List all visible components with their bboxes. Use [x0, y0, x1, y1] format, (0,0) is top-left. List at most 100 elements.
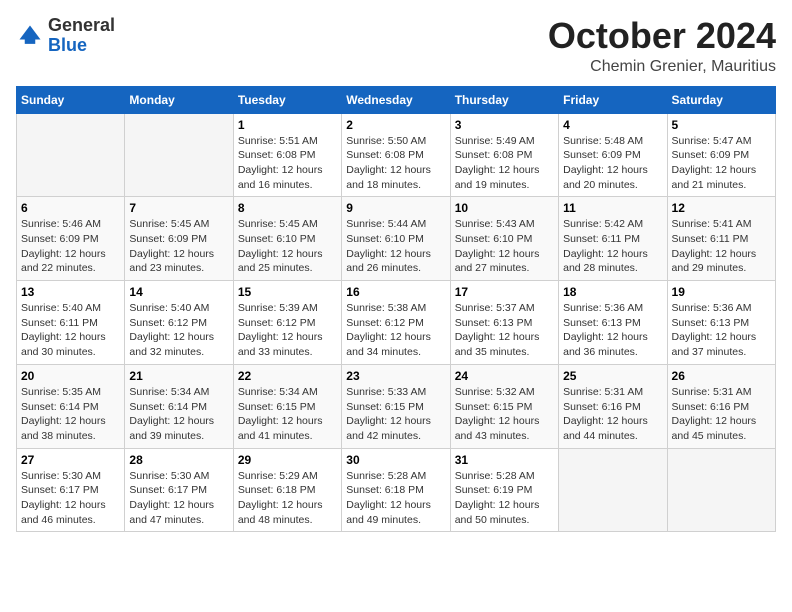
- day-number: 23: [346, 369, 445, 383]
- day-info: Sunrise: 5:43 AM Sunset: 6:10 PM Dayligh…: [455, 217, 554, 276]
- day-number: 7: [129, 201, 228, 215]
- day-number: 29: [238, 453, 337, 467]
- day-info: Sunrise: 5:34 AM Sunset: 6:14 PM Dayligh…: [129, 385, 228, 444]
- calendar-day-cell: 31 Sunrise: 5:28 AM Sunset: 6:19 PM Dayli…: [450, 448, 558, 532]
- month-title: October 2024: [548, 16, 776, 56]
- header-sunday: Sunday: [17, 86, 125, 113]
- day-info: Sunrise: 5:28 AM Sunset: 6:18 PM Dayligh…: [346, 469, 445, 528]
- day-info: Sunrise: 5:32 AM Sunset: 6:15 PM Dayligh…: [455, 385, 554, 444]
- day-info: Sunrise: 5:29 AM Sunset: 6:18 PM Dayligh…: [238, 469, 337, 528]
- day-info: Sunrise: 5:36 AM Sunset: 6:13 PM Dayligh…: [563, 301, 662, 360]
- calendar-header-row: Sunday Monday Tuesday Wednesday Thursday…: [17, 86, 776, 113]
- calendar-day-cell: 29 Sunrise: 5:29 AM Sunset: 6:18 PM Dayli…: [233, 448, 341, 532]
- calendar-day-cell: 24Sunrise: 5:32 AM Sunset: 6:15 PM Dayli…: [450, 364, 558, 448]
- day-info: Sunrise: 5:39 AM Sunset: 6:12 PM Dayligh…: [238, 301, 337, 360]
- calendar-day-cell: 25 Sunrise: 5:31 AM Sunset: 6:16 PM Dayli…: [559, 364, 667, 448]
- day-info: Sunrise: 5:47 AM Sunset: 6:09 PM Dayligh…: [672, 134, 771, 193]
- day-number: 4: [563, 118, 662, 132]
- day-info: Sunrise: 5:48 AM Sunset: 6:09 PM Dayligh…: [563, 134, 662, 193]
- day-info: Sunrise: 5:49 AM Sunset: 6:08 PM Dayligh…: [455, 134, 554, 193]
- calendar-day-cell: 23 Sunrise: 5:33 AM Sunset: 6:15 PM Dayli…: [342, 364, 450, 448]
- calendar-day-cell: 1 Sunrise: 5:51 AM Sunset: 6:08 PM Daylig…: [233, 113, 341, 197]
- calendar-day-cell: 30 Sunrise: 5:28 AM Sunset: 6:18 PM Dayli…: [342, 448, 450, 532]
- calendar-day-cell: 20 Sunrise: 5:35 AM Sunset: 6:14 PM Dayli…: [17, 364, 125, 448]
- day-info: Sunrise: 5:46 AM Sunset: 6:09 PM Dayligh…: [21, 217, 120, 276]
- day-number: 22: [238, 369, 337, 383]
- calendar-day-cell: 28Sunrise: 5:30 AM Sunset: 6:17 PM Dayli…: [125, 448, 233, 532]
- day-number: 12: [672, 201, 771, 215]
- calendar-day-cell: 16 Sunrise: 5:38 AM Sunset: 6:12 PM Dayli…: [342, 281, 450, 365]
- calendar-week-row: 1 Sunrise: 5:51 AM Sunset: 6:08 PM Daylig…: [17, 113, 776, 197]
- day-info: Sunrise: 5:45 AM Sunset: 6:10 PM Dayligh…: [238, 217, 337, 276]
- day-number: 18: [563, 285, 662, 299]
- calendar-day-cell: 21 Sunrise: 5:34 AM Sunset: 6:14 PM Dayli…: [125, 364, 233, 448]
- calendar-day-cell: 26Sunrise: 5:31 AM Sunset: 6:16 PM Dayli…: [667, 364, 775, 448]
- day-number: 25: [563, 369, 662, 383]
- calendar-day-cell: 5 Sunrise: 5:47 AM Sunset: 6:09 PM Daylig…: [667, 113, 775, 197]
- calendar-day-cell: 18 Sunrise: 5:36 AM Sunset: 6:13 PM Dayli…: [559, 281, 667, 365]
- day-info: Sunrise: 5:38 AM Sunset: 6:12 PM Dayligh…: [346, 301, 445, 360]
- day-number: 11: [563, 201, 662, 215]
- day-number: 3: [455, 118, 554, 132]
- day-info: Sunrise: 5:41 AM Sunset: 6:11 PM Dayligh…: [672, 217, 771, 276]
- day-number: 10: [455, 201, 554, 215]
- calendar-week-row: 13 Sunrise: 5:40 AM Sunset: 6:11 PM Dayli…: [17, 281, 776, 365]
- day-info: Sunrise: 5:51 AM Sunset: 6:08 PM Dayligh…: [238, 134, 337, 193]
- day-info: Sunrise: 5:31 AM Sunset: 6:16 PM Dayligh…: [563, 385, 662, 444]
- calendar-day-cell: 19 Sunrise: 5:36 AM Sunset: 6:13 PM Dayli…: [667, 281, 775, 365]
- header-saturday: Saturday: [667, 86, 775, 113]
- day-info: Sunrise: 5:37 AM Sunset: 6:13 PM Dayligh…: [455, 301, 554, 360]
- page-header: General Blue October 2024 Chemin Grenier…: [16, 16, 776, 76]
- calendar-day-cell: 4 Sunrise: 5:48 AM Sunset: 6:09 PM Daylig…: [559, 113, 667, 197]
- calendar-day-cell: [17, 113, 125, 197]
- day-number: 13: [21, 285, 120, 299]
- day-number: 31: [455, 453, 554, 467]
- header-thursday: Thursday: [450, 86, 558, 113]
- calendar-day-cell: 14Sunrise: 5:40 AM Sunset: 6:12 PM Dayli…: [125, 281, 233, 365]
- calendar-day-cell: 9Sunrise: 5:44 AM Sunset: 6:10 PM Daylig…: [342, 197, 450, 281]
- day-info: Sunrise: 5:33 AM Sunset: 6:15 PM Dayligh…: [346, 385, 445, 444]
- day-number: 27: [21, 453, 120, 467]
- day-number: 1: [238, 118, 337, 132]
- calendar-day-cell: 15Sunrise: 5:39 AM Sunset: 6:12 PM Dayli…: [233, 281, 341, 365]
- header-monday: Monday: [125, 86, 233, 113]
- calendar-day-cell: 10 Sunrise: 5:43 AM Sunset: 6:10 PM Dayli…: [450, 197, 558, 281]
- title-area: October 2024 Chemin Grenier, Mauritius: [548, 16, 776, 76]
- day-info: Sunrise: 5:28 AM Sunset: 6:19 PM Dayligh…: [455, 469, 554, 528]
- calendar-day-cell: 3 Sunrise: 5:49 AM Sunset: 6:08 PM Daylig…: [450, 113, 558, 197]
- day-info: Sunrise: 5:34 AM Sunset: 6:15 PM Dayligh…: [238, 385, 337, 444]
- calendar-day-cell: 12 Sunrise: 5:41 AM Sunset: 6:11 PM Dayli…: [667, 197, 775, 281]
- day-number: 16: [346, 285, 445, 299]
- day-number: 9: [346, 201, 445, 215]
- calendar-body: 1 Sunrise: 5:51 AM Sunset: 6:08 PM Daylig…: [17, 113, 776, 532]
- header-friday: Friday: [559, 86, 667, 113]
- day-number: 20: [21, 369, 120, 383]
- day-number: 2: [346, 118, 445, 132]
- day-number: 6: [21, 201, 120, 215]
- calendar-week-row: 27 Sunrise: 5:30 AM Sunset: 6:17 PM Dayli…: [17, 448, 776, 532]
- calendar-week-row: 20 Sunrise: 5:35 AM Sunset: 6:14 PM Dayli…: [17, 364, 776, 448]
- day-info: Sunrise: 5:40 AM Sunset: 6:12 PM Dayligh…: [129, 301, 228, 360]
- day-number: 19: [672, 285, 771, 299]
- day-info: Sunrise: 5:42 AM Sunset: 6:11 PM Dayligh…: [563, 217, 662, 276]
- day-info: Sunrise: 5:45 AM Sunset: 6:09 PM Dayligh…: [129, 217, 228, 276]
- day-info: Sunrise: 5:35 AM Sunset: 6:14 PM Dayligh…: [21, 385, 120, 444]
- calendar-day-cell: 2Sunrise: 5:50 AM Sunset: 6:08 PM Daylig…: [342, 113, 450, 197]
- day-info: Sunrise: 5:30 AM Sunset: 6:17 PM Dayligh…: [129, 469, 228, 528]
- calendar-day-cell: [125, 113, 233, 197]
- logo: General Blue: [16, 16, 115, 56]
- calendar-day-cell: 8 Sunrise: 5:45 AM Sunset: 6:10 PM Daylig…: [233, 197, 341, 281]
- location-title: Chemin Grenier, Mauritius: [548, 58, 776, 76]
- calendar-day-cell: 13 Sunrise: 5:40 AM Sunset: 6:11 PM Dayli…: [17, 281, 125, 365]
- day-number: 21: [129, 369, 228, 383]
- calendar-day-cell: 22 Sunrise: 5:34 AM Sunset: 6:15 PM Dayli…: [233, 364, 341, 448]
- calendar-table: Sunday Monday Tuesday Wednesday Thursday…: [16, 86, 776, 533]
- day-info: Sunrise: 5:36 AM Sunset: 6:13 PM Dayligh…: [672, 301, 771, 360]
- day-number: 8: [238, 201, 337, 215]
- calendar-week-row: 6 Sunrise: 5:46 AM Sunset: 6:09 PM Daylig…: [17, 197, 776, 281]
- day-number: 30: [346, 453, 445, 467]
- calendar-day-cell: 6 Sunrise: 5:46 AM Sunset: 6:09 PM Daylig…: [17, 197, 125, 281]
- day-number: 5: [672, 118, 771, 132]
- day-info: Sunrise: 5:40 AM Sunset: 6:11 PM Dayligh…: [21, 301, 120, 360]
- calendar-day-cell: [667, 448, 775, 532]
